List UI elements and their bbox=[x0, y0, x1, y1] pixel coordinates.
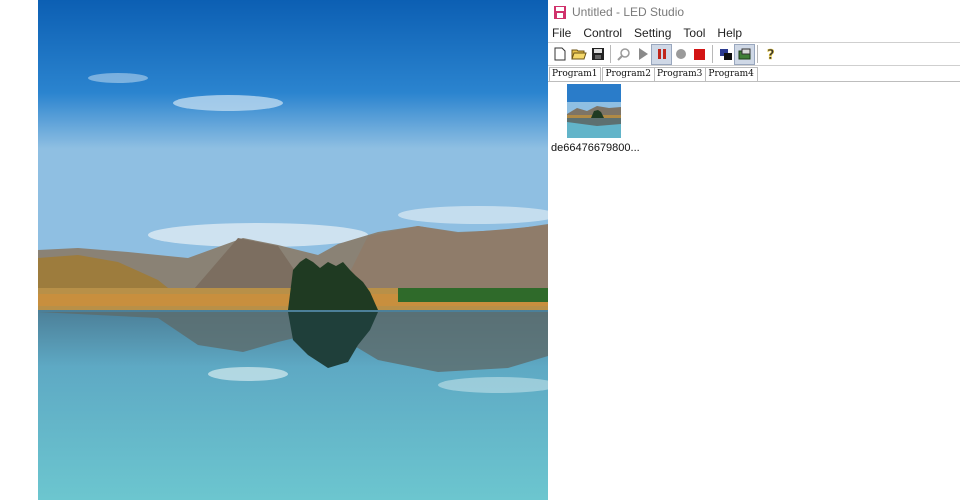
toolbar-separator bbox=[757, 45, 758, 63]
window-title: Untitled - LED Studio bbox=[572, 5, 685, 19]
landscape-image bbox=[38, 0, 548, 500]
stop-square-icon bbox=[694, 48, 705, 60]
open-button[interactable] bbox=[569, 45, 588, 64]
open-folder-icon bbox=[570, 49, 587, 60]
new-file-icon bbox=[554, 47, 565, 61]
zoom-icon bbox=[616, 48, 630, 61]
menu-help[interactable]: Help bbox=[717, 26, 742, 40]
toolbar-separator bbox=[610, 45, 611, 63]
play-icon bbox=[638, 48, 648, 60]
media-thumbnail bbox=[567, 84, 621, 138]
tab-program3[interactable]: Program3 bbox=[653, 67, 706, 81]
new-file-button[interactable] bbox=[550, 45, 569, 64]
preview-image bbox=[38, 0, 548, 500]
display-button[interactable] bbox=[734, 43, 755, 65]
menu-setting[interactable]: Setting bbox=[634, 26, 671, 40]
tab-program2[interactable]: Program2 bbox=[602, 67, 654, 81]
help-button[interactable]: ? bbox=[761, 45, 780, 64]
menu-tool[interactable]: Tool bbox=[683, 26, 705, 40]
save-icon bbox=[591, 48, 604, 60]
window-mode-button[interactable] bbox=[716, 45, 735, 64]
pause-icon bbox=[657, 49, 666, 59]
help-icon: ? bbox=[766, 48, 775, 61]
menu-control[interactable]: Control bbox=[583, 26, 622, 40]
display-icon bbox=[738, 48, 750, 59]
toolbar-separator bbox=[712, 45, 713, 63]
stop-circle-icon bbox=[675, 49, 686, 59]
toolbar: ? bbox=[548, 42, 960, 66]
app-icon bbox=[554, 5, 566, 19]
svg-text:?: ? bbox=[767, 48, 775, 61]
play-button[interactable] bbox=[633, 45, 652, 64]
led-studio-window: Untitled - LED Studio File Control Setti… bbox=[548, 0, 960, 500]
menu-file[interactable]: File bbox=[552, 26, 571, 40]
stop-square-button[interactable] bbox=[690, 45, 709, 64]
program-tabs: Program1 Program2 Program3 Program4 bbox=[548, 66, 960, 82]
thumbnail-image bbox=[567, 84, 621, 138]
window-mode-icon bbox=[719, 48, 732, 60]
tab-program1[interactable]: Program1 bbox=[549, 67, 602, 81]
save-button[interactable] bbox=[588, 45, 607, 64]
pause-button[interactable] bbox=[651, 43, 672, 65]
stop-circle-button[interactable] bbox=[671, 45, 690, 64]
zoom-button[interactable] bbox=[614, 45, 633, 64]
tab-program4[interactable]: Program4 bbox=[705, 67, 758, 81]
title-bar: Untitled - LED Studio bbox=[548, 0, 960, 24]
media-filename: de66476679800... bbox=[551, 142, 640, 154]
menu-bar: File Control Setting Tool Help bbox=[548, 24, 960, 42]
